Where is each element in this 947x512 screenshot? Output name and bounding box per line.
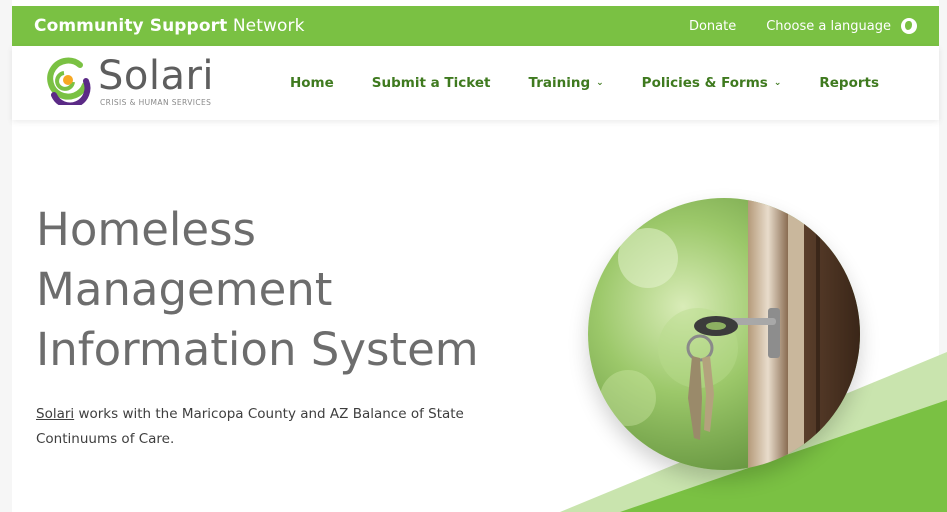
network-brand-rest: Network [227,16,305,36]
hero-title: Homeless Management Information System [36,200,556,380]
solari-logo-mark-icon [47,57,91,105]
page-edge-right [939,0,947,512]
hero-description: Solari works with the Maricopa County an… [36,402,516,452]
nav-training-label: Training [528,75,591,91]
utility-links: Donate Choose a language [689,18,917,34]
language-selector[interactable]: Choose a language [766,19,891,34]
primary-nav: Home Submit a Ticket Training ⌄ Policies … [290,46,879,120]
chevron-down-icon: ⌄ [596,78,604,88]
solari-link[interactable]: Solari [36,406,74,422]
hero-description-text: works with the Maricopa County and AZ Ba… [74,406,464,422]
nav-submit-ticket-label: Submit a Ticket [371,75,491,91]
chevron-down-icon: ⌄ [773,78,782,88]
page-edge-left [0,0,12,512]
page-frame: Community Support Network Donate Choose … [0,0,947,512]
nav-home[interactable]: Home [290,75,334,91]
hero-photo-key-in-door [588,198,860,470]
hero-title-line-3: Information System [36,323,479,376]
nav-reports-label: Reports [819,75,879,91]
nav-submit-ticket[interactable]: Submit a Ticket [372,75,491,91]
nav-policies-label: Policies & Forms [641,75,768,91]
nav-policies-forms[interactable]: Policies & Forms ⌄ [642,75,782,91]
solari-logo[interactable]: Solari CRISIS & HUMAN SERVICES [42,53,232,111]
hero-description-line-2: Continuums of Care. [36,431,175,447]
logo-wordmark: Solari [98,53,215,99]
top-utility-bar: Community Support Network Donate Choose … [12,6,939,46]
key-door-illustration [588,198,860,470]
network-brand[interactable]: Community Support Network [34,16,305,36]
nav-training[interactable]: Training ⌄ [528,75,603,91]
donate-link[interactable]: Donate [689,19,736,34]
network-brand-bold: Community Support [34,16,228,36]
nav-home-label: Home [289,75,334,91]
hero-description-line-1: Solari works with the Maricopa County an… [36,402,516,427]
hero-title-line-1: Homeless [36,203,256,256]
nav-reports[interactable]: Reports [819,75,879,91]
globe-icon[interactable] [901,18,917,34]
hero-title-line-2: Management [36,263,333,316]
logo-tagline: CRISIS & HUMAN SERVICES [100,98,212,107]
main-nav-bar: Solari CRISIS & HUMAN SERVICES Home Subm… [12,46,939,120]
